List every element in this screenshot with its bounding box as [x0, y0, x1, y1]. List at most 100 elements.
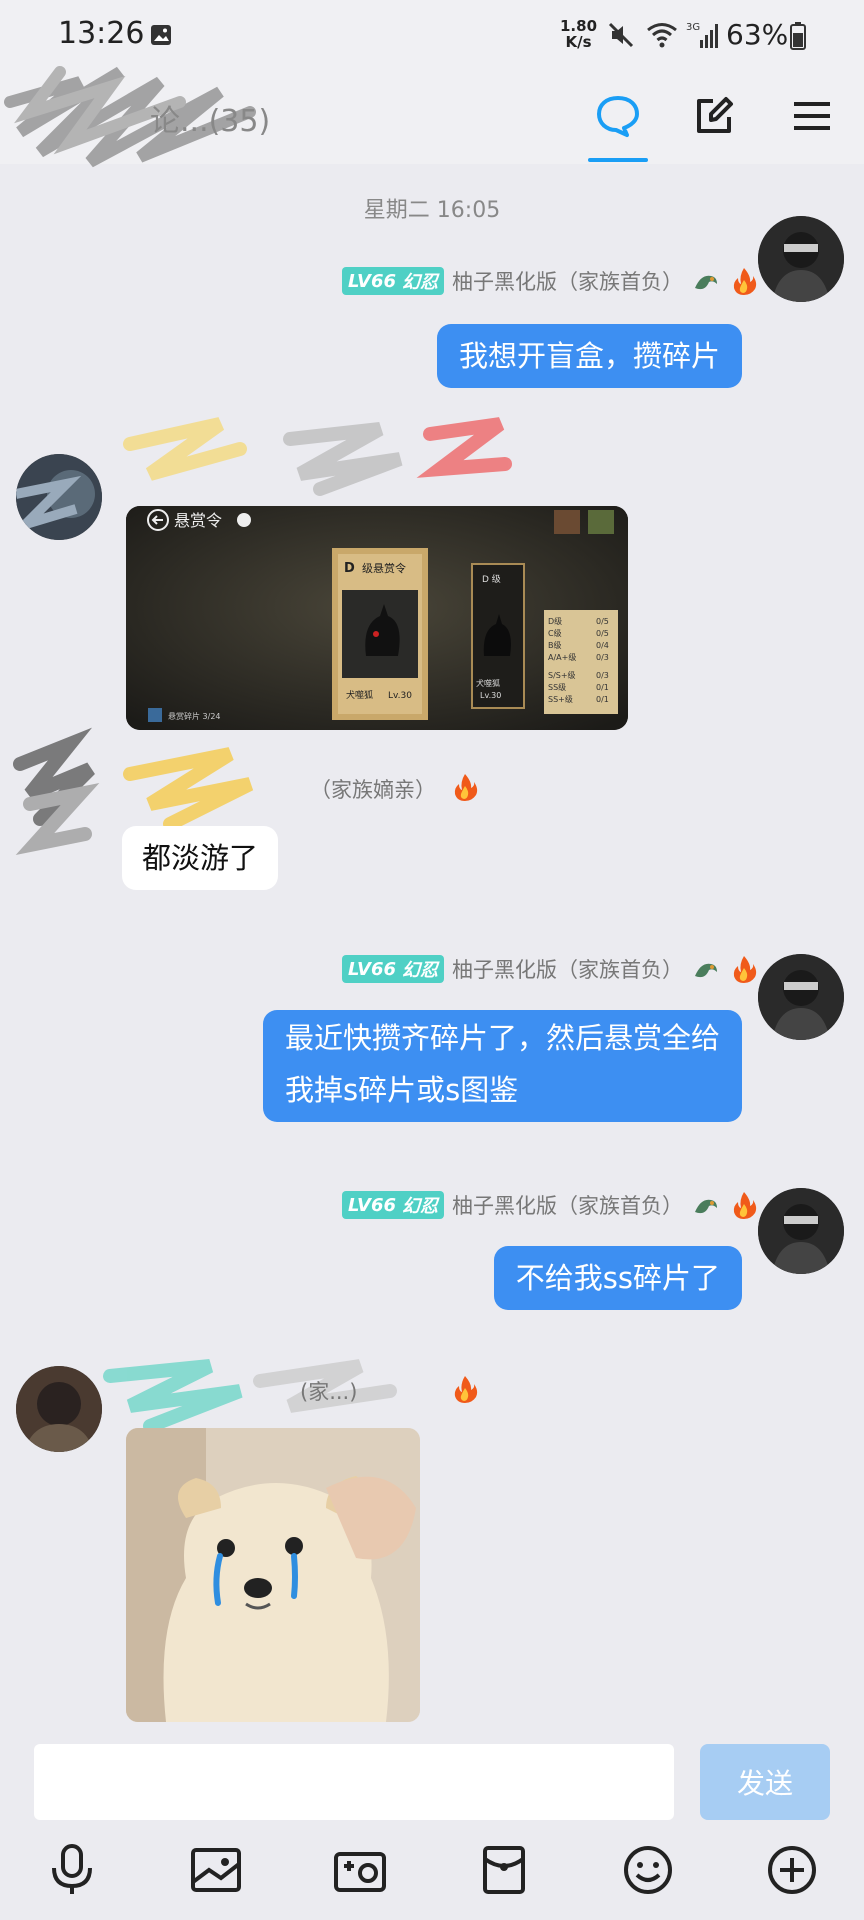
avatar-image — [16, 454, 102, 540]
table-value: 0/3 — [596, 671, 609, 680]
net-speed-value: 1.80 — [560, 17, 598, 35]
image-icon — [191, 1848, 241, 1892]
card-grade: D — [344, 561, 355, 576]
card-name: 犬噬狐 — [346, 689, 373, 701]
table-value: 0/5 — [596, 629, 609, 638]
fire-icon — [454, 1376, 478, 1403]
battery-icon — [790, 22, 806, 50]
dragon-icon — [695, 963, 717, 978]
level-badge: LV66 幻忍 — [342, 955, 444, 983]
chat-area[interactable]: 星期二 16:05 LV66 幻忍 柚子黑化版（家族首负） 我想开盲盒，攒碎片 — [0, 164, 864, 1730]
signal-label: 3G — [686, 22, 700, 33]
image-title: 悬赏令 — [174, 511, 222, 530]
wifi-icon — [647, 23, 677, 48]
level-text: LV66 — [348, 958, 396, 980]
send-button[interactable]: 发送 — [700, 1744, 830, 1820]
active-tab-indicator — [588, 158, 648, 162]
red-packet-icon — [483, 1846, 525, 1894]
emoji-icon — [624, 1846, 672, 1894]
message-bubble[interactable]: 都淡游了 — [122, 826, 279, 890]
table-value: 0/1 — [596, 695, 609, 704]
card-level: Lv.30 — [388, 691, 412, 701]
avatar-image — [758, 954, 844, 1040]
message-line: 我掉s碎片或s图鉴 — [284, 1073, 519, 1107]
emoji-button[interactable] — [618, 1840, 678, 1900]
message-input[interactable] — [34, 1744, 674, 1820]
shared-image-game-screenshot[interactable]: 悬赏令 D 级悬赏令 犬噬狐 Lv.30 D 级 犬噬狐 Lv.30 D级 0/… — [126, 506, 628, 730]
table-label: SS级 — [548, 682, 566, 692]
image-button[interactable] — [186, 1840, 246, 1900]
plus-icon — [768, 1846, 816, 1894]
sender-name: （家族嫡亲） — [310, 778, 436, 802]
chat-tab-button[interactable] — [586, 84, 650, 148]
camera-icon — [334, 1852, 386, 1892]
sender-avatar[interactable] — [16, 1366, 102, 1452]
sender-name: 柚子黑化版（家族首负） — [452, 958, 683, 982]
my-avatar[interactable] — [758, 1188, 844, 1274]
message-bubble[interactable]: 不给我ss碎片了 — [493, 1246, 742, 1310]
more-button[interactable] — [762, 1840, 822, 1900]
table-label: C级 — [548, 628, 562, 638]
table-label: SS+级 — [548, 694, 573, 704]
level-badge: LV66 幻忍 — [342, 267, 444, 295]
hamburger-icon — [794, 102, 830, 130]
message-bubble[interactable]: 我想开盲盒，攒碎片 — [436, 324, 742, 388]
fire-icon — [733, 268, 757, 295]
table-label: S/S+级 — [548, 670, 576, 680]
mute-icon — [608, 22, 634, 48]
table-value: 0/1 — [596, 683, 609, 692]
chat-title: 论...(35) — [150, 104, 271, 139]
crying-dog-image — [126, 1428, 420, 1722]
edit-icon — [697, 97, 733, 133]
dragon-icon — [695, 275, 717, 290]
signal-icon: 3G — [686, 22, 718, 48]
my-avatar[interactable] — [758, 954, 844, 1040]
sender-header: LV66 幻忍 柚子黑化版（家族首负） — [342, 952, 759, 986]
fire-icon — [733, 1192, 757, 1219]
image-footer-text: 悬赏碎片 3/24 — [168, 711, 221, 721]
menu-button[interactable] — [780, 84, 844, 148]
table-label: B级 — [548, 640, 562, 650]
avatar-image — [16, 1366, 102, 1452]
sender-name: (家...) — [300, 1380, 358, 1404]
rank-text: 幻忍 — [402, 272, 438, 293]
sender-header: LV66 幻忍 柚子黑化版（家族首负） — [342, 264, 759, 298]
voice-button[interactable] — [42, 1840, 102, 1900]
rank-text: 幻忍 — [402, 1196, 438, 1217]
sender-avatar[interactable] — [16, 454, 102, 540]
level-text: LV66 — [348, 270, 396, 292]
fire-icon — [733, 956, 757, 983]
message-timestamp: 星期二 16:05 — [363, 198, 501, 223]
my-avatar[interactable] — [758, 216, 844, 302]
sender-name: 柚子黑化版（家族首负） — [452, 1194, 683, 1218]
rank-text: 幻忍 — [402, 960, 438, 981]
bottom-toolbar — [0, 1826, 864, 1920]
small-card-name: 犬噬狐 — [476, 678, 500, 688]
level-badge: LV66 幻忍 — [342, 1191, 444, 1219]
small-card-grade: D 级 — [482, 573, 501, 585]
message-bubble[interactable]: 最近快攒齐碎片了，然后悬赏全给 我掉s碎片或s图鉴 — [262, 1010, 742, 1122]
level-text: LV66 — [348, 1194, 396, 1216]
avatar-image — [758, 1188, 844, 1274]
card-title: 级悬赏令 — [362, 561, 406, 575]
table-value: 0/3 — [596, 653, 609, 662]
net-speed-unit: K/s — [565, 33, 592, 51]
game-screenshot: 悬赏令 D 级悬赏令 犬噬狐 Lv.30 D 级 犬噬狐 Lv.30 D级 0/… — [126, 506, 628, 730]
chat-bubble-icon — [597, 96, 639, 137]
small-card-level: Lv.30 — [480, 691, 501, 700]
dragon-icon — [695, 1199, 717, 1214]
microphone-icon — [52, 1844, 92, 1894]
fire-icon — [454, 774, 478, 801]
table-label: D级 — [548, 616, 562, 626]
battery-percent: 63% — [726, 18, 789, 51]
sender-name: 柚子黑化版（家族首负） — [452, 270, 683, 294]
input-bar: 发送 — [0, 1730, 864, 1826]
table-value: 0/4 — [596, 641, 609, 650]
net-speed: 1.80 K/s — [560, 18, 597, 50]
title-bar: 论...(35) — [0, 66, 864, 168]
red-packet-button[interactable] — [474, 1840, 534, 1900]
edit-button[interactable] — [682, 84, 746, 148]
camera-button[interactable] — [330, 1840, 390, 1900]
message-line: 最近快攒齐碎片了，然后悬赏全给 — [284, 1021, 720, 1055]
shared-image-crying-dog[interactable] — [126, 1428, 420, 1722]
